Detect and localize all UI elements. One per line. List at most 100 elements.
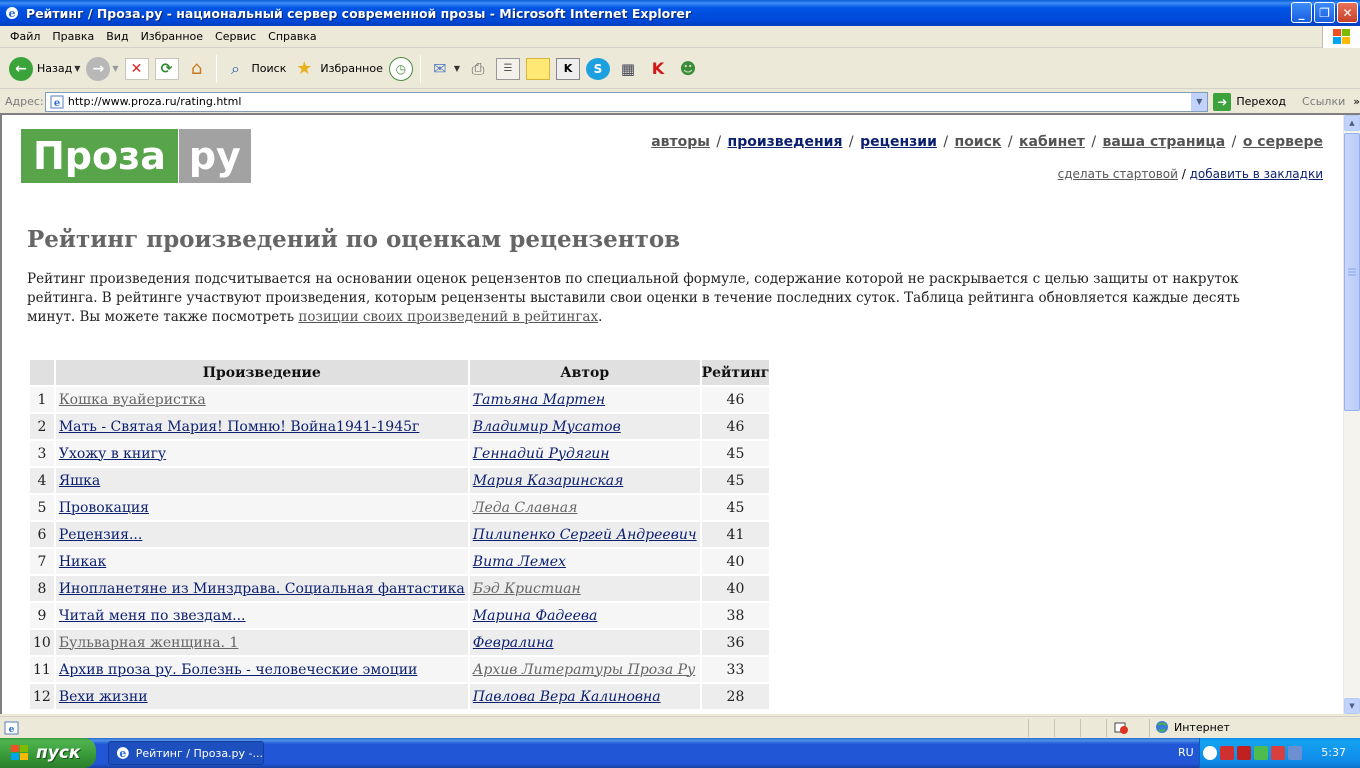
menu-file[interactable]: Файл [4, 30, 46, 43]
nav-cabinet[interactable]: кабинет [1019, 134, 1085, 150]
scroll-thumb[interactable] [1344, 133, 1360, 411]
kaspersky-button[interactable]: K [643, 53, 673, 85]
nav-works[interactable]: произведения [728, 134, 843, 150]
maximize-button[interactable]: ❐ [1314, 2, 1335, 23]
rating-value: 40 [701, 576, 770, 601]
tray-chevron-icon[interactable] [1203, 746, 1217, 760]
add-bookmark-link[interactable]: добавить в закладки [1190, 167, 1323, 181]
messenger-icon: ☻ [679, 59, 697, 78]
work-link[interactable]: Рецензия... [59, 527, 142, 543]
print-button[interactable]: ⎙ [463, 53, 493, 85]
search-button[interactable]: ⌕ Поиск [221, 53, 290, 85]
back-arrow-icon: ← [9, 56, 33, 81]
favorites-button[interactable]: ★ Избранное [289, 53, 385, 85]
author-link[interactable]: Павлова Вера Калиновна [473, 689, 661, 705]
work-link[interactable]: Мать - Святая Мария! Помню! Война1941-19… [59, 419, 420, 435]
nav-your-page[interactable]: ваша страница [1103, 134, 1226, 150]
menu-edit[interactable]: Правка [46, 30, 100, 43]
my-positions-link[interactable]: позиции своих произведений в рейтингах [298, 309, 598, 325]
site-subnav: сделать стартовой / добавить в закладки [1057, 167, 1323, 181]
messenger-button[interactable]: ☻ [673, 53, 703, 85]
author-link[interactable]: Татьяна Мартен [473, 392, 605, 408]
tray-pdf-icon[interactable] [1220, 746, 1234, 760]
author-link[interactable]: Бэд Кристиан [473, 581, 581, 597]
edit-button[interactable]: ☰ [493, 53, 523, 85]
close-button[interactable]: ✕ [1337, 2, 1358, 23]
home-button[interactable]: ⌂ [182, 53, 212, 85]
author-link[interactable]: Архив Литературы Проза Ру [473, 662, 695, 678]
start-button[interactable]: пуск [0, 738, 96, 768]
address-input[interactable]: e http://www.proza.ru/rating.html ▼ [44, 91, 1209, 112]
work-link[interactable]: Вехи жизни [59, 689, 148, 705]
author-link[interactable]: Пилипенко Сергей Андреевич [473, 527, 697, 543]
address-dropdown-icon[interactable]: ▼ [1190, 92, 1208, 111]
work-link[interactable]: Яшка [59, 473, 100, 489]
rating-value: 45 [701, 441, 770, 466]
work-cell: Рецензия... [55, 522, 468, 547]
taskbar-item-ie[interactable]: e Рейтинг / Проза.ру -... [108, 741, 264, 765]
work-link[interactable]: Читай меня по звездам... [59, 608, 246, 624]
author-cell: Вита Лемех [469, 549, 700, 574]
skype-button[interactable]: S [583, 53, 613, 85]
stop-button[interactable]: ✕ [122, 53, 152, 85]
tray-check-icon[interactable] [1254, 746, 1268, 760]
forward-button[interactable]: → ▼ [83, 53, 121, 85]
menu-help[interactable]: Справка [262, 30, 322, 43]
language-indicator[interactable]: RU [1178, 746, 1194, 759]
page-status-icon: e [4, 721, 19, 735]
popup-blocker-icon[interactable] [1113, 721, 1129, 735]
work-link[interactable]: Архив проза ру. Болезнь - человеческие э… [59, 662, 418, 678]
work-link[interactable]: Кошка вуайеристка [59, 392, 206, 408]
work-link[interactable]: Ухожу в книгу [59, 446, 166, 462]
nav-about[interactable]: о сервере [1243, 134, 1323, 150]
back-button[interactable]: ← Назад ▼ [6, 53, 83, 85]
vertical-scrollbar[interactable]: ▲ ▼ [1343, 115, 1360, 714]
menu-view[interactable]: Вид [100, 30, 134, 43]
rating-value: 28 [701, 684, 770, 709]
author-link[interactable]: Владимир Мусатов [473, 419, 621, 435]
work-link[interactable]: Провокация [59, 500, 149, 516]
author-link[interactable]: Марина Фадеева [473, 608, 598, 624]
address-bar: Адрес: e http://www.proza.ru/rating.html… [0, 90, 1360, 113]
minimize-button[interactable]: _ [1291, 2, 1312, 23]
menu-favorites[interactable]: Избранное [135, 30, 209, 43]
mail-button[interactable]: ✉ ▼ [425, 53, 463, 85]
nav-authors[interactable]: авторы [651, 134, 710, 150]
work-link[interactable]: Никак [59, 554, 106, 570]
status-cell [1054, 718, 1055, 737]
nav-search[interactable]: поиск [955, 134, 1002, 150]
title-bar: e Рейтинг / Проза.ру - национальный серв… [0, 0, 1360, 26]
refresh-button[interactable]: ⟳ [152, 53, 182, 85]
work-link[interactable]: Бульварная женщина. 1 [59, 635, 239, 651]
k-button[interactable]: K [553, 53, 583, 85]
author-link[interactable]: Геннадий Рудягин [473, 446, 610, 462]
history-button[interactable]: ◷ [386, 53, 416, 85]
media-button[interactable]: ▦ [613, 53, 643, 85]
scroll-up-icon[interactable]: ▲ [1344, 115, 1360, 131]
mail-dropdown-icon[interactable]: ▼ [454, 64, 460, 73]
author-link[interactable]: Вита Лемех [473, 554, 566, 570]
tray-kaspersky-icon[interactable] [1237, 746, 1251, 760]
links-label[interactable]: Ссылки [1302, 95, 1345, 108]
scroll-down-icon[interactable]: ▼ [1344, 698, 1360, 714]
work-cell: Инопланетяне из Минздрава. Социальная фа… [55, 576, 468, 601]
work-link[interactable]: Инопланетяне из Минздрава. Социальная фа… [59, 581, 465, 597]
back-dropdown-icon[interactable]: ▼ [74, 64, 80, 73]
tray-alert-icon[interactable] [1271, 746, 1285, 760]
author-link[interactable]: Леда Славная [473, 500, 578, 516]
site-logo[interactable]: Проза ру [21, 129, 251, 183]
author-link[interactable]: Февралина [473, 635, 554, 651]
rating-value: 46 [701, 414, 770, 439]
author-link[interactable]: Мария Казаринская [473, 473, 624, 489]
tray-network-icon[interactable] [1288, 746, 1302, 760]
nav-reviews[interactable]: рецензии [860, 134, 937, 150]
refresh-icon: ⟳ [154, 57, 179, 80]
go-button[interactable]: ➜ Переход [1213, 92, 1286, 111]
forward-dropdown-icon[interactable]: ▼ [112, 64, 118, 73]
make-start-page-link[interactable]: сделать стартовой [1058, 167, 1178, 181]
links-chevron-icon[interactable]: » [1353, 95, 1360, 108]
ie-icon: e [116, 747, 129, 760]
notes-button[interactable] [523, 53, 553, 85]
row-number: 8 [30, 576, 54, 601]
menu-tools[interactable]: Сервис [209, 30, 262, 43]
